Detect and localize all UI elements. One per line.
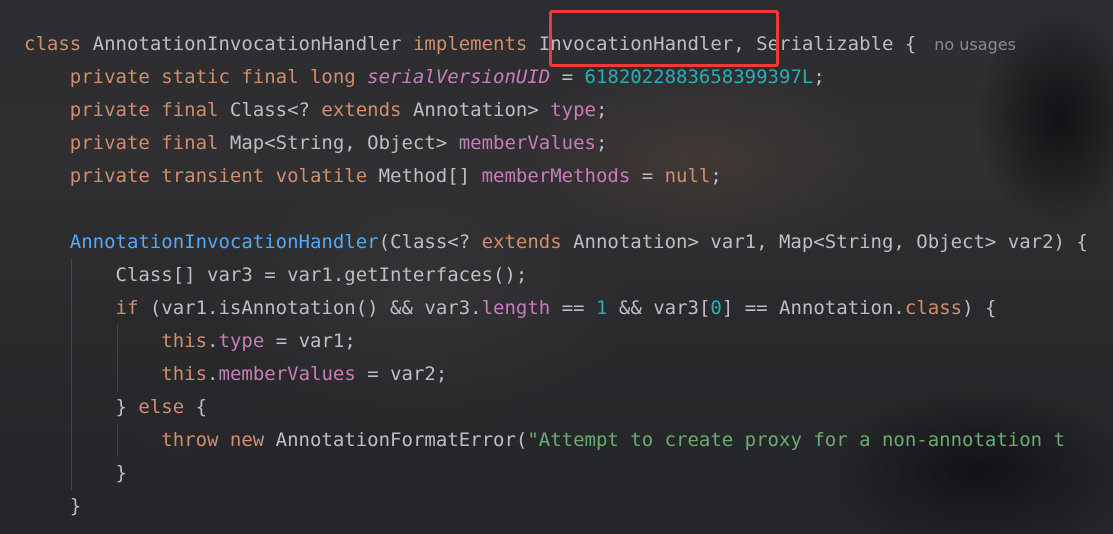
code-token: implements (412, 33, 539, 55)
indent-guide (70, 358, 72, 391)
code-token: = (550, 66, 585, 88)
code-token: private transient volatile (24, 165, 379, 187)
code-token: this (161, 363, 208, 385)
code-token: Annotation> (412, 99, 551, 121)
code-token: } (24, 396, 139, 418)
code-token: InvocationHandler (538, 33, 734, 55)
code-token: class (24, 33, 93, 55)
usages-hint[interactable]: no usages (934, 35, 1016, 54)
code-token: this (161, 330, 208, 352)
code-line[interactable]: } (24, 490, 1088, 523)
code-line[interactable]: this.type = var1; (24, 325, 1088, 358)
code-token: , Serializable { (733, 33, 917, 55)
code-token: extends (481, 231, 574, 253)
code-token: extends (321, 99, 413, 121)
code-token: Class<? (229, 99, 322, 121)
code-line[interactable]: } (24, 457, 1088, 490)
code-line[interactable]: class AnnotationInvocationHandler implem… (24, 28, 1088, 61)
code-token: memberMethods (481, 165, 631, 187)
code-token: = var1; (264, 330, 356, 352)
code-token: type (218, 330, 265, 352)
code-token: } (24, 462, 127, 484)
code-line[interactable]: AnnotationInvocationHandler(Class<? exte… (24, 226, 1088, 259)
code-token: } (24, 495, 82, 517)
indent-guide (70, 457, 72, 490)
indent-guide (116, 424, 118, 457)
code-token: ; (710, 165, 722, 187)
indent-guide (70, 325, 72, 358)
indent-guide (70, 292, 72, 325)
indent-guide (70, 424, 72, 457)
code-token: serialVersionUID (367, 66, 551, 88)
indent-guide (116, 325, 118, 358)
code-token: = (630, 165, 665, 187)
code-token: memberValues (218, 363, 356, 385)
code-token: { (184, 396, 208, 418)
code-token: && var3[ (607, 297, 711, 319)
code-token: type (550, 99, 596, 121)
indent-guide (70, 391, 72, 424)
code-token: ; (813, 66, 825, 88)
code-token: 0 (710, 297, 722, 319)
code-editor[interactable]: class AnnotationInvocationHandler implem… (0, 0, 1113, 534)
code-line[interactable]: private static final long serialVersionU… (24, 61, 1088, 94)
code-line[interactable]: private final Class<? extends Annotation… (24, 94, 1088, 127)
code-token: null (664, 165, 711, 187)
code-line[interactable]: this.memberValues = var2; (24, 358, 1088, 391)
code-token: ) { (962, 297, 997, 319)
code-token: . (207, 363, 219, 385)
code-token: private final (24, 132, 230, 154)
code-token: private final (24, 99, 230, 121)
code-area[interactable]: class AnnotationInvocationHandler implem… (24, 28, 1088, 523)
code-token: length (481, 297, 551, 319)
code-token: throw new (161, 429, 276, 451)
code-token: . (207, 330, 219, 352)
indent-guide (70, 259, 72, 292)
code-token: ; (595, 132, 608, 154)
code-line[interactable]: Class[] var3 = var1.getInterfaces(); (24, 259, 1088, 292)
code-token: "Attempt to create proxy for a non-annot… (527, 429, 1065, 451)
code-token: = var2; (355, 363, 448, 385)
code-token: (Class<? (378, 231, 482, 253)
code-line[interactable]: private final Map<String, Object> member… (24, 127, 1088, 160)
code-line[interactable]: } else { (24, 391, 1088, 424)
code-token: ] == Annotation. (721, 297, 905, 319)
code-token: class (904, 297, 963, 319)
code-token: Map<String, Object> (229, 132, 459, 154)
code-token: (var1.isAnnotation() && var3. (149, 297, 482, 319)
code-token: 1 (595, 297, 608, 319)
code-token: memberValues (458, 132, 596, 154)
code-line[interactable] (24, 193, 1088, 226)
code-line[interactable]: throw new AnnotationFormatError("Attempt… (24, 424, 1088, 457)
indent-guide (116, 358, 118, 391)
code-token: else (138, 396, 185, 418)
code-token: AnnotationInvocationHandler (69, 231, 379, 253)
code-line[interactable]: private transient volatile Method[] memb… (24, 160, 1088, 193)
code-token: ; (595, 99, 608, 121)
code-line[interactable]: if (var1.isAnnotation() && var3.length =… (24, 292, 1088, 325)
code-token: private static final long (24, 66, 368, 88)
code-token: AnnotationInvocationHandler (92, 33, 413, 55)
code-token: Method[] (378, 165, 482, 187)
code-token: == (550, 297, 596, 319)
code-token: AnnotationFormatError( (275, 429, 528, 451)
code-token: Annotation> var1, Map<String, Object> va… (573, 231, 1088, 253)
code-token: 6182022883658399397L (584, 66, 814, 88)
code-token: if (115, 297, 150, 319)
code-token: Class[] var3 = var1.getInterfaces(); (24, 264, 528, 286)
